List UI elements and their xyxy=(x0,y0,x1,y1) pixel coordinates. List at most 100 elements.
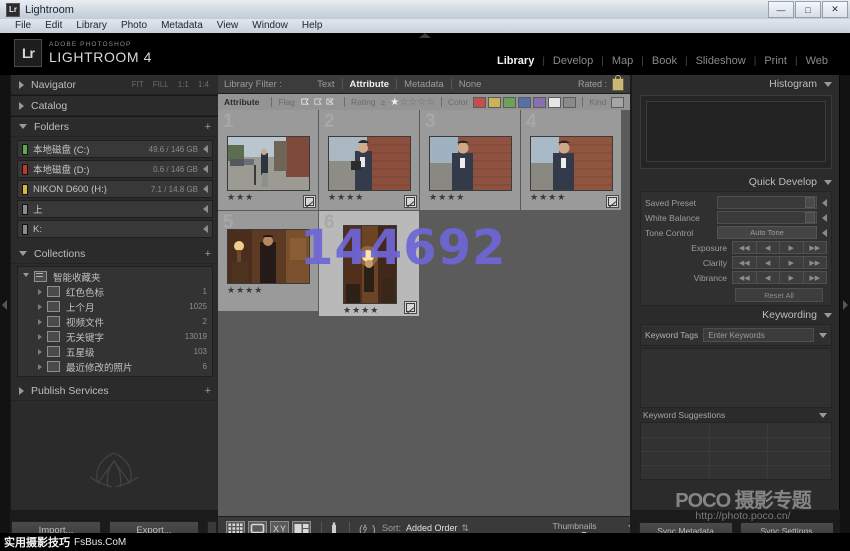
rating-star-2[interactable]: ☆ xyxy=(399,97,408,108)
grid-cell[interactable]: 3 ★★★★ xyxy=(420,110,520,210)
cell-rating[interactable]: ★★★★ xyxy=(530,192,566,203)
color-swatch-blue[interactable] xyxy=(518,97,531,108)
identity-plate[interactable]: Lr ADOBE PHOTOSHOP LIGHTROOM 4 xyxy=(14,39,152,67)
clarity-decrease-large[interactable]: ◀◀ xyxy=(733,257,757,268)
right-panel-toggle-arrow[interactable] xyxy=(843,300,848,310)
develop-badge-icon[interactable] xyxy=(303,195,316,208)
navigator-header[interactable]: Navigator FIT FILL 1:1 1:4 xyxy=(11,75,219,95)
folder-row[interactable]: 本地磁盘 (C:) 49.6 / 146 GB xyxy=(17,140,213,158)
sort-stepper-icon[interactable]: ⇅ xyxy=(462,523,470,534)
chevron-down-icon[interactable] xyxy=(819,333,827,338)
rating-star-4[interactable]: ☆ xyxy=(417,97,426,108)
rating-star-1[interactable]: ★ xyxy=(390,97,399,108)
collection-row[interactable]: 红色色标 1 xyxy=(18,284,212,299)
cell-rating[interactable]: ★★★★ xyxy=(227,285,263,296)
color-swatch-yellow[interactable] xyxy=(488,97,501,108)
add-publish-service-icon[interactable]: + xyxy=(205,385,211,397)
flag-unflagged-icon[interactable] xyxy=(313,97,324,107)
vibrance-decrease-large[interactable]: ◀◀ xyxy=(733,272,757,283)
color-swatch-purple[interactable] xyxy=(533,97,546,108)
clarity-decrease[interactable]: ◀ xyxy=(757,257,781,268)
module-web[interactable]: Web xyxy=(798,55,836,67)
folders-header[interactable]: Folders + xyxy=(11,117,219,137)
exposure-decrease[interactable]: ◀ xyxy=(757,242,781,253)
keyword-suggestions-header[interactable]: Keyword Suggestions xyxy=(640,408,832,422)
thumbnail-image[interactable] xyxy=(429,136,512,191)
thumbnail-image[interactable] xyxy=(530,136,613,191)
exposure-increase-large[interactable]: ▶▶ xyxy=(804,242,827,253)
collection-row[interactable]: 五星级 103 xyxy=(18,344,212,359)
chevron-right-icon[interactable] xyxy=(203,205,208,213)
quick-develop-header[interactable]: Quick Develop xyxy=(632,173,840,191)
menu-help[interactable]: Help xyxy=(295,19,330,33)
rating-operator[interactable]: ≥ xyxy=(381,97,386,107)
cell-rating[interactable]: ★★★ xyxy=(227,192,254,203)
filter-tab-none[interactable]: None xyxy=(451,79,489,90)
color-swatch-red[interactable] xyxy=(473,97,486,108)
chevron-right-icon[interactable] xyxy=(822,214,827,222)
keyword-tags-dropdown[interactable]: Enter Keywords xyxy=(703,328,814,342)
stepper-icon[interactable] xyxy=(805,212,815,223)
develop-badge-icon[interactable] xyxy=(404,195,417,208)
add-collection-icon[interactable]: + xyxy=(205,248,211,260)
chevron-right-icon[interactable] xyxy=(203,185,208,193)
grid-cell[interactable]: 2 xyxy=(319,110,419,210)
close-button[interactable]: ✕ xyxy=(822,1,848,18)
cell-rating[interactable]: ★★★★ xyxy=(328,192,364,203)
module-map[interactable]: Map xyxy=(604,55,641,67)
menu-view[interactable]: View xyxy=(210,19,246,33)
chevron-right-icon[interactable] xyxy=(203,145,208,153)
folder-row[interactable]: 本地磁盘 (D:) 0.6 / 146 GB xyxy=(17,160,213,178)
grid-cell[interactable]: 1 xyxy=(218,110,318,210)
chevron-right-icon[interactable] xyxy=(822,199,827,207)
module-develop[interactable]: Develop xyxy=(545,55,601,67)
cell-rating[interactable]: ★★★★ xyxy=(343,305,379,316)
folder-row[interactable]: K: xyxy=(17,220,213,238)
flag-reject-icon[interactable] xyxy=(325,97,336,107)
menu-window[interactable]: Window xyxy=(245,19,295,33)
collections-header[interactable]: Collections + xyxy=(11,244,219,264)
add-folder-icon[interactable]: + xyxy=(205,121,211,133)
zoom-fit[interactable]: FIT xyxy=(132,80,144,89)
filter-tab-attribute[interactable]: Attribute xyxy=(342,79,397,90)
catalog-header[interactable]: Catalog xyxy=(11,96,219,116)
zoom-fill[interactable]: FILL xyxy=(153,80,169,89)
collection-row[interactable]: 上个月 1025 xyxy=(18,299,212,314)
menu-metadata[interactable]: Metadata xyxy=(154,19,210,33)
left-panel-toggle-arrow[interactable] xyxy=(2,300,7,310)
chevron-right-icon[interactable] xyxy=(203,225,208,233)
vibrance-decrease[interactable]: ◀ xyxy=(757,272,781,283)
collection-group-row[interactable]: 智能收藏夹 xyxy=(18,269,212,284)
zoom-1-4[interactable]: 1:4 xyxy=(198,80,209,89)
keyword-suggestions-grid[interactable] xyxy=(640,422,832,480)
chevron-right-icon[interactable] xyxy=(822,229,827,237)
top-panel-toggle-arrow[interactable] xyxy=(419,33,431,38)
folder-row[interactable]: NIKON D600 (H:) 7.1 / 14.8 GB xyxy=(17,180,213,198)
keyword-entry-pane[interactable] xyxy=(640,348,832,408)
rating-star-3[interactable]: ☆ xyxy=(408,97,417,108)
white-balance-dropdown[interactable] xyxy=(717,211,817,224)
cell-rating[interactable]: ★★★★ xyxy=(429,192,465,203)
kind-master-photo-icon[interactable] xyxy=(611,97,624,108)
right-panel-gutter[interactable] xyxy=(839,75,850,551)
vibrance-stepper[interactable]: ◀◀ ◀ ▶ ▶▶ xyxy=(732,271,827,284)
publish-services-header[interactable]: Publish Services + xyxy=(11,381,219,401)
rating-star-5[interactable]: ☆ xyxy=(426,97,435,108)
histogram-header[interactable]: Histogram xyxy=(632,75,840,93)
minimize-button[interactable]: — xyxy=(768,1,794,18)
keywording-header[interactable]: Keywording xyxy=(632,306,840,324)
module-slideshow[interactable]: Slideshow xyxy=(688,55,754,67)
sort-value[interactable]: Added Order xyxy=(406,523,458,533)
module-book[interactable]: Book xyxy=(644,55,685,67)
collection-row[interactable]: 视频文件 2 xyxy=(18,314,212,329)
thumbnail-image[interactable] xyxy=(328,136,411,191)
maximize-button[interactable]: □ xyxy=(795,1,821,18)
clarity-stepper[interactable]: ◀◀ ◀ ▶ ▶▶ xyxy=(732,256,827,269)
module-print[interactable]: Print xyxy=(756,55,795,67)
thumbnail-image[interactable] xyxy=(227,229,310,284)
thumbnail-image[interactable] xyxy=(227,136,310,191)
develop-badge-icon[interactable] xyxy=(606,195,619,208)
reset-all-button[interactable]: Reset All xyxy=(735,288,823,302)
menu-library[interactable]: Library xyxy=(69,19,114,33)
exposure-stepper[interactable]: ◀◀ ◀ ▶ ▶▶ xyxy=(732,241,827,254)
